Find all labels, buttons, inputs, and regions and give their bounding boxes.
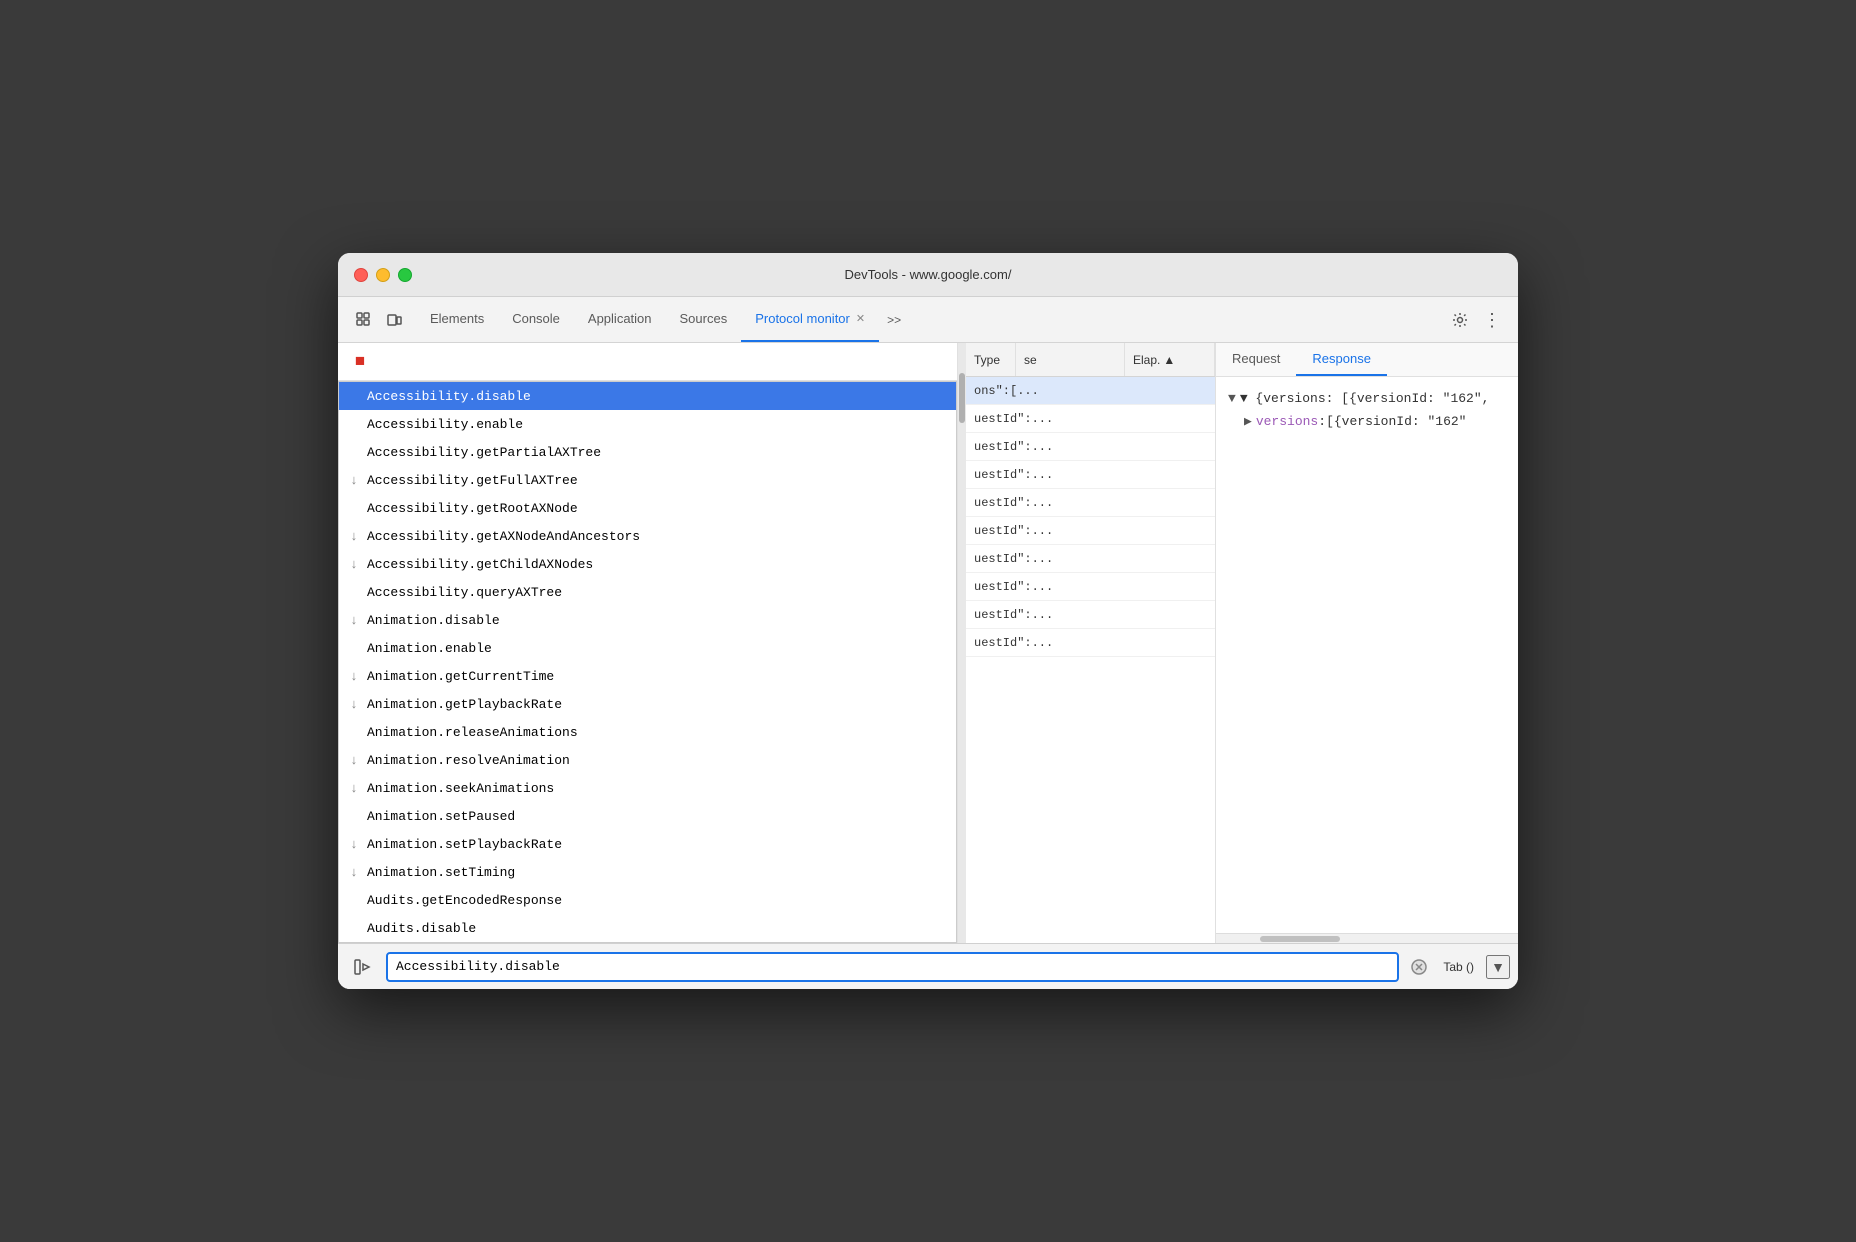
autocomplete-item-2[interactable]: Accessibility.getPartialAXTree xyxy=(339,438,956,466)
arrow-icon-5: ↓ xyxy=(345,529,363,544)
autocomplete-item-13[interactable]: ↓ Animation.resolveAnimation xyxy=(339,746,956,774)
autocomplete-list[interactable]: Accessibility.disable Accessibility.enab… xyxy=(338,381,957,943)
request-item-2[interactable]: uestId":... xyxy=(966,433,1215,461)
request-item-7[interactable]: uestId":... xyxy=(966,573,1215,601)
tab-application[interactable]: Application xyxy=(574,297,666,342)
middle-panel: Type se Elap. ▲ ons":[... uestId" xyxy=(966,343,1216,943)
left-panel-scrollbar[interactable] xyxy=(958,343,966,943)
devtools: Elements Console Application Sources Pro… xyxy=(338,297,1518,989)
col-response-header: se xyxy=(1016,343,1125,376)
panel-tabs: Request Response xyxy=(1216,343,1518,377)
device-toolbar-icon[interactable] xyxy=(380,306,408,334)
tree-expand-icon[interactable]: ▼ xyxy=(1228,387,1236,410)
autocomplete-item-11[interactable]: ↓ Animation.getPlaybackRate xyxy=(339,690,956,718)
tab-request[interactable]: Request xyxy=(1216,343,1296,376)
autocomplete-item-17[interactable]: ↓ Animation.setTiming xyxy=(339,858,956,886)
tab-protocol-monitor[interactable]: Protocol monitor ✕ xyxy=(741,297,879,342)
more-options-button[interactable]: ⋮ xyxy=(1478,306,1506,334)
right-panel: Request Response ▼ ▼ {versions: [{versio… xyxy=(1216,343,1518,943)
autocomplete-item-3[interactable]: ↓ Accessibility.getFullAXTree xyxy=(339,466,956,494)
main-content: ⏹ Accessibility.disable Accessibility.en… xyxy=(338,343,1518,943)
request-item-5[interactable]: uestId":... xyxy=(966,517,1215,545)
autocomplete-item-16[interactable]: ↓ Animation.setPlaybackRate xyxy=(339,830,956,858)
request-item-1[interactable]: uestId":... xyxy=(966,405,1215,433)
settings-button[interactable] xyxy=(1446,306,1474,334)
toolbar-tabs: Elements Console Application Sources Pro… xyxy=(416,297,1438,342)
autocomplete-item-4[interactable]: Accessibility.getRootAXNode xyxy=(339,494,956,522)
arrow-icon-14: ↓ xyxy=(345,781,363,796)
arrow-icon-17: ↓ xyxy=(345,865,363,880)
tab-console[interactable]: Console xyxy=(498,297,574,342)
tab-response[interactable]: Response xyxy=(1296,343,1387,376)
dropdown-button[interactable]: ▼ xyxy=(1486,955,1510,979)
filter-bar: ⏹ xyxy=(338,343,957,381)
request-item-0[interactable]: ons":[... xyxy=(966,377,1215,405)
autocomplete-item-14[interactable]: ↓ Animation.seekAnimations xyxy=(339,774,956,802)
right-panel-scrollbar[interactable] xyxy=(1216,933,1518,943)
autocomplete-item-0[interactable]: Accessibility.disable xyxy=(339,382,956,410)
bottom-bar: Tab () ▼ xyxy=(338,943,1518,989)
horizontal-scrollbar-thumb[interactable] xyxy=(1260,936,1340,942)
tab-hint: Tab () xyxy=(1439,960,1478,974)
titlebar-title: DevTools - www.google.com/ xyxy=(845,267,1012,282)
tab-elements[interactable]: Elements xyxy=(416,297,498,342)
arrow-icon-6: ↓ xyxy=(345,557,363,572)
command-input[interactable] xyxy=(386,952,1399,982)
clear-input-button[interactable] xyxy=(1407,955,1431,979)
toolbar: Elements Console Application Sources Pro… xyxy=(338,297,1518,343)
col-type-header: Type xyxy=(966,343,1016,376)
toolbar-icons xyxy=(342,297,416,342)
arrow-icon-3: ↓ xyxy=(345,473,363,488)
select-element-icon[interactable] xyxy=(350,306,378,334)
request-item-3[interactable]: uestId":... xyxy=(966,461,1215,489)
arrow-icon-10: ↓ xyxy=(345,669,363,684)
arrow-icon-13: ↓ xyxy=(345,753,363,768)
stop-button[interactable]: ⏹ xyxy=(346,348,374,376)
autocomplete-item-18[interactable]: Audits.getEncodedResponse xyxy=(339,886,956,914)
tree-line-2: ▶ versions : [{versionId: "162" xyxy=(1244,410,1506,433)
response-tree: ▼ ▼ {versions: [{versionId: "162", ▶ ver… xyxy=(1228,387,1506,434)
request-item-6[interactable]: uestId":... xyxy=(966,545,1215,573)
minimize-button[interactable] xyxy=(376,268,390,282)
autocomplete-item-9[interactable]: Animation.enable xyxy=(339,634,956,662)
close-button[interactable] xyxy=(354,268,368,282)
column-headers: Type se Elap. ▲ xyxy=(966,343,1215,377)
autocomplete-item-1[interactable]: Accessibility.enable xyxy=(339,410,956,438)
more-tabs-button[interactable]: >> xyxy=(879,297,909,342)
response-content: ▼ ▼ {versions: [{versionId: "162", ▶ ver… xyxy=(1216,377,1518,933)
tree-collapsed-icon[interactable]: ▶ xyxy=(1244,410,1252,433)
arrow-icon-8: ↓ xyxy=(345,613,363,628)
devtools-window: DevTools - www.google.com/ xyxy=(338,253,1518,989)
scrollbar-thumb[interactable] xyxy=(959,373,965,423)
sort-arrow-icon: ▲ xyxy=(1163,353,1175,367)
maximize-button[interactable] xyxy=(398,268,412,282)
toolbar-right: ⋮ xyxy=(1438,297,1514,342)
scrollbar-track xyxy=(958,343,966,943)
autocomplete-item-10[interactable]: ↓ Animation.getCurrentTime xyxy=(339,662,956,690)
run-script-button[interactable] xyxy=(346,951,378,983)
autocomplete-item-8[interactable]: ↓ Animation.disable xyxy=(339,606,956,634)
tab-close-icon[interactable]: ✕ xyxy=(856,312,865,325)
autocomplete-item-12[interactable]: Animation.releaseAnimations xyxy=(339,718,956,746)
titlebar: DevTools - www.google.com/ xyxy=(338,253,1518,297)
arrow-icon-11: ↓ xyxy=(345,697,363,712)
arrow-icon-16: ↓ xyxy=(345,837,363,852)
autocomplete-item-19[interactable]: Audits.disable xyxy=(339,914,956,942)
autocomplete-item-5[interactable]: ↓ Accessibility.getAXNodeAndAncestors xyxy=(339,522,956,550)
autocomplete-item-6[interactable]: ↓ Accessibility.getChildAXNodes xyxy=(339,550,956,578)
traffic-lights xyxy=(354,268,412,282)
left-panel: ⏹ Accessibility.disable Accessibility.en… xyxy=(338,343,958,943)
tab-sources[interactable]: Sources xyxy=(666,297,742,342)
request-item-4[interactable]: uestId":... xyxy=(966,489,1215,517)
col-elapsed-header: Elap. ▲ xyxy=(1125,343,1215,376)
autocomplete-item-15[interactable]: Animation.setPaused xyxy=(339,802,956,830)
autocomplete-item-7[interactable]: Accessibility.queryAXTree xyxy=(339,578,956,606)
request-list[interactable]: ons":[... uestId":... uestId":... uestId… xyxy=(966,377,1215,943)
request-item-9[interactable]: uestId":... xyxy=(966,629,1215,657)
tree-line-1: ▼ ▼ {versions: [{versionId: "162", xyxy=(1228,387,1506,410)
request-item-8[interactable]: uestId":... xyxy=(966,601,1215,629)
